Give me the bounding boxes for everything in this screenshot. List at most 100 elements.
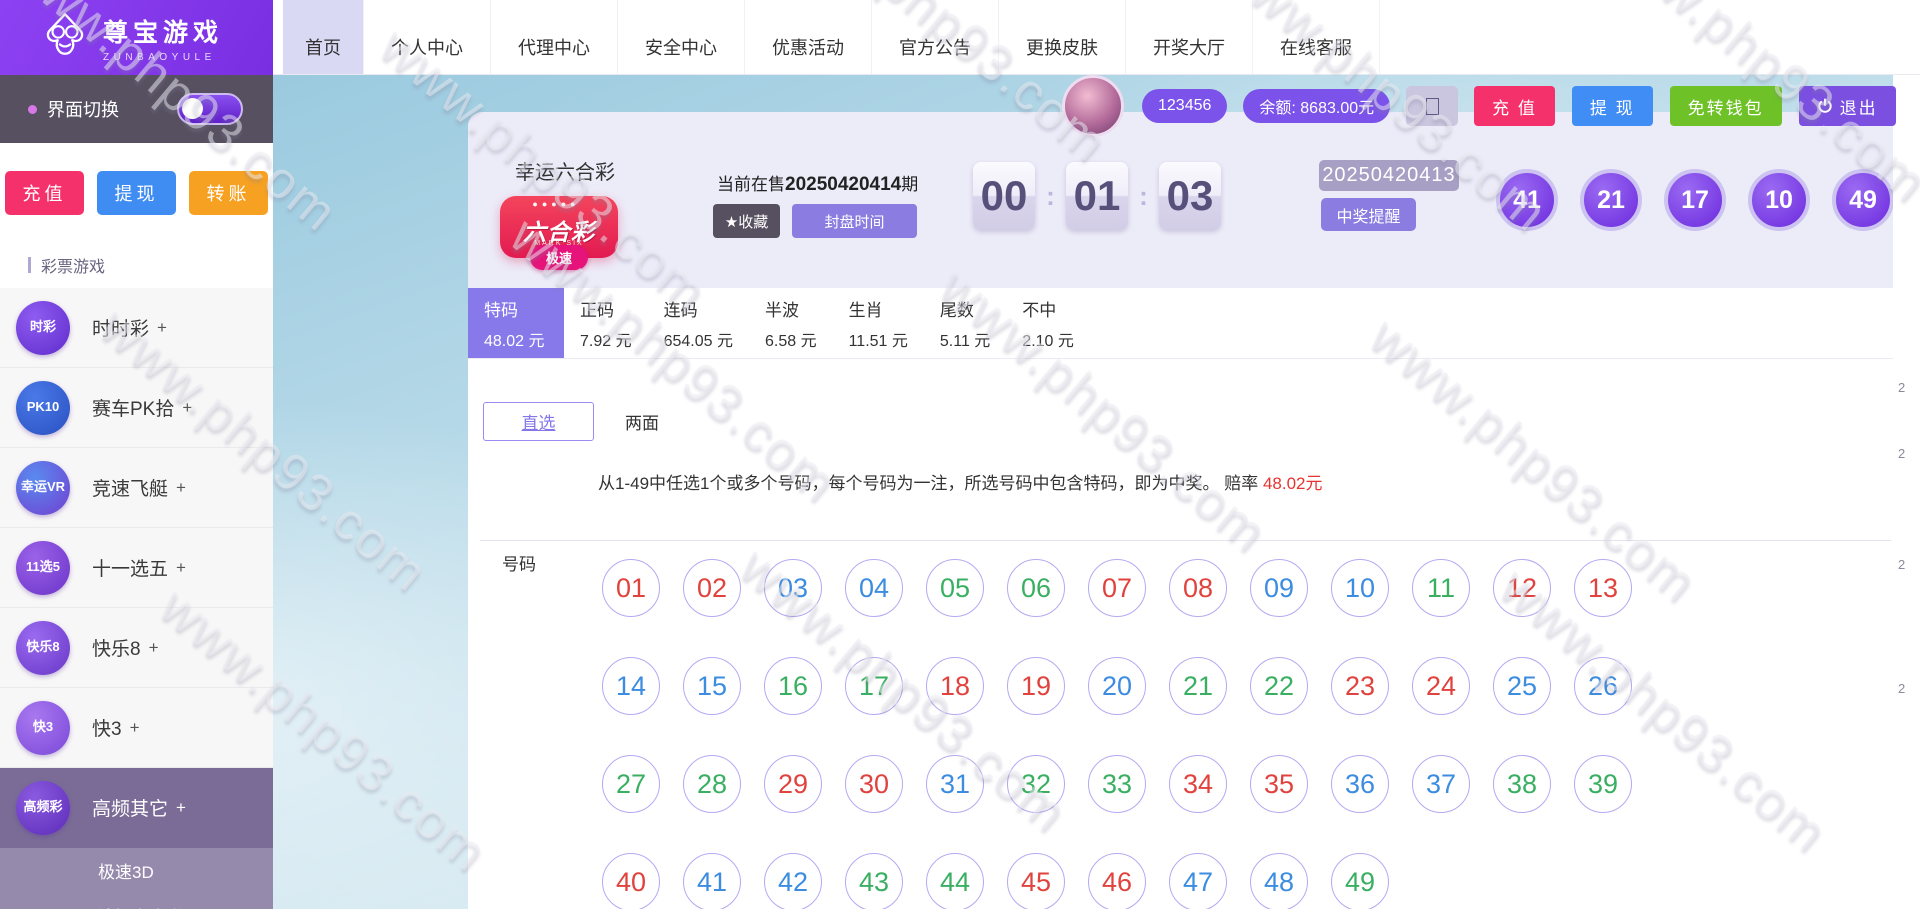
bet-tab-4[interactable]: 半波6.58 元 bbox=[749, 288, 833, 358]
number-ball-23[interactable]: 23 bbox=[1331, 657, 1389, 715]
number-ball-31[interactable]: 31 bbox=[926, 755, 984, 813]
number-ball-44[interactable]: 44 bbox=[926, 853, 984, 909]
nav-item-3[interactable]: 代理中心 bbox=[491, 0, 618, 74]
number-ball-22[interactable]: 22 bbox=[1250, 657, 1308, 715]
number-ball-01[interactable]: 01 bbox=[602, 559, 660, 617]
favorite-button[interactable]: ★收藏 bbox=[713, 204, 780, 238]
sidebar-item-6[interactable]: 快3快3+ bbox=[0, 688, 273, 768]
sidebar-subitem-2[interactable]: 澳门六合彩 bbox=[0, 893, 273, 909]
quick-button-2[interactable]: 提现 bbox=[97, 171, 176, 215]
number-ball-45[interactable]: 45 bbox=[1007, 853, 1065, 909]
expand-plus-icon: + bbox=[130, 718, 140, 738]
number-ball-04[interactable]: 04 bbox=[845, 559, 903, 617]
quick-button-1[interactable]: 充值 bbox=[5, 171, 84, 215]
number-ball-29[interactable]: 29 bbox=[764, 755, 822, 813]
number-ball-12[interactable]: 12 bbox=[1493, 559, 1551, 617]
result-ball-4: 10 bbox=[1748, 169, 1810, 231]
recharge-button[interactable]: 充 值 bbox=[1474, 86, 1555, 126]
number-ball-42[interactable]: 42 bbox=[764, 853, 822, 909]
withdraw-button[interactable]: 提 现 bbox=[1572, 86, 1653, 126]
odds-label: 赔率 bbox=[1224, 474, 1258, 493]
number-ball-32[interactable]: 32 bbox=[1007, 755, 1065, 813]
number-ball-48[interactable]: 48 bbox=[1250, 853, 1308, 909]
win-notice-button[interactable]: 中奖提醒 bbox=[1321, 198, 1416, 231]
number-ball-30[interactable]: 30 bbox=[845, 755, 903, 813]
tab-direct-select[interactable]: 直选 bbox=[483, 402, 594, 441]
bet-tab-1[interactable]: 特码48.02 元 bbox=[468, 288, 564, 358]
nav-item-8[interactable]: 开奖大厅 bbox=[1126, 0, 1253, 74]
number-ball-13[interactable]: 13 bbox=[1574, 559, 1632, 617]
number-ball-07[interactable]: 07 bbox=[1088, 559, 1146, 617]
number-ball-37[interactable]: 37 bbox=[1412, 755, 1470, 813]
number-ball-28[interactable]: 28 bbox=[683, 755, 741, 813]
number-ball-24[interactable]: 24 bbox=[1412, 657, 1470, 715]
game-ball-icon: 快3 bbox=[16, 701, 70, 755]
number-row-2: 14 15 16 17 18 19 20 21 22 23 24 25 26 bbox=[602, 657, 1632, 715]
number-ball-41[interactable]: 41 bbox=[683, 853, 741, 909]
number-ball-03[interactable]: 03 bbox=[764, 559, 822, 617]
number-ball-27[interactable]: 27 bbox=[602, 755, 660, 813]
sidebar-item-7[interactable]: 高频彩高频其它+ bbox=[0, 768, 273, 848]
number-ball-38[interactable]: 38 bbox=[1493, 755, 1551, 813]
avatar[interactable] bbox=[1062, 75, 1124, 137]
nav-item-5[interactable]: 优惠活动 bbox=[745, 0, 872, 74]
number-ball-16[interactable]: 16 bbox=[764, 657, 822, 715]
sidebar-item-3[interactable]: 幸运VR竞速飞艇+ bbox=[0, 448, 273, 528]
bet-tab-2[interactable]: 正码7.92 元 bbox=[564, 288, 648, 358]
tab-two-side[interactable]: 两面 bbox=[625, 402, 659, 441]
number-ball-39[interactable]: 39 bbox=[1574, 755, 1632, 813]
number-ball-49[interactable]: 49 bbox=[1331, 853, 1389, 909]
game-ball-icon: 幸运VR bbox=[16, 461, 70, 515]
number-ball-35[interactable]: 35 bbox=[1250, 755, 1308, 813]
number-ball-25[interactable]: 25 bbox=[1493, 657, 1551, 715]
number-ball-10[interactable]: 10 bbox=[1331, 559, 1389, 617]
number-ball-11[interactable]: 11 bbox=[1412, 559, 1470, 617]
number-ball-47[interactable]: 47 bbox=[1169, 853, 1227, 909]
number-ball-14[interactable]: 14 bbox=[602, 657, 660, 715]
number-ball-18[interactable]: 18 bbox=[926, 657, 984, 715]
nav-item-1[interactable]: 首页 bbox=[283, 0, 364, 74]
quick-button-3[interactable]: 转账 bbox=[189, 171, 268, 215]
nav-item-4[interactable]: 安全中心 bbox=[618, 0, 745, 74]
bet-tab-5[interactable]: 生肖11.51 元 bbox=[833, 288, 924, 358]
nav-item-7[interactable]: 更换皮肤 bbox=[999, 0, 1126, 74]
expand-plus-icon: + bbox=[157, 318, 167, 338]
nav-item-9[interactable]: 在线客服 bbox=[1253, 0, 1380, 74]
edge-fragment-2: 2 bbox=[1898, 446, 1905, 461]
number-ball-15[interactable]: 15 bbox=[683, 657, 741, 715]
number-ball-26[interactable]: 26 bbox=[1574, 657, 1632, 715]
bet-tab-3[interactable]: 连码654.05 元 bbox=[648, 288, 749, 358]
sidebar-subitem-1[interactable]: 极速3D bbox=[0, 848, 273, 893]
free-wallet-button[interactable]: 免转钱包 bbox=[1670, 86, 1782, 126]
number-ball-36[interactable]: 36 bbox=[1331, 755, 1389, 813]
close-time-button[interactable]: 封盘时间 bbox=[792, 204, 917, 238]
number-ball-09[interactable]: 09 bbox=[1250, 559, 1308, 617]
refresh-balance-button[interactable] bbox=[1406, 86, 1458, 126]
sidebar-item-5[interactable]: 快乐8快乐8+ bbox=[0, 608, 273, 688]
number-ball-19[interactable]: 19 bbox=[1007, 657, 1065, 715]
number-ball-20[interactable]: 20 bbox=[1088, 657, 1146, 715]
number-ball-40[interactable]: 40 bbox=[602, 853, 660, 909]
number-ball-43[interactable]: 43 bbox=[845, 853, 903, 909]
sidebar-item-1[interactable]: 时彩时时彩+ bbox=[0, 288, 273, 368]
nav-item-2[interactable]: 个人中心 bbox=[364, 0, 491, 74]
logout-button[interactable]: 退出 bbox=[1799, 86, 1896, 126]
number-ball-33[interactable]: 33 bbox=[1088, 755, 1146, 813]
sidebar-item-4[interactable]: 11选5十一选五+ bbox=[0, 528, 273, 608]
bet-tab-6[interactable]: 尾数5.11 元 bbox=[924, 288, 1006, 358]
draw-results: 4121171049 bbox=[1496, 169, 1894, 231]
number-ball-06[interactable]: 06 bbox=[1007, 559, 1065, 617]
number-ball-46[interactable]: 46 bbox=[1088, 853, 1146, 909]
number-ball-08[interactable]: 08 bbox=[1169, 559, 1227, 617]
number-ball-17[interactable]: 17 bbox=[845, 657, 903, 715]
ui-switch-toggle[interactable] bbox=[177, 93, 243, 125]
number-ball-02[interactable]: 02 bbox=[683, 559, 741, 617]
number-ball-21[interactable]: 21 bbox=[1169, 657, 1227, 715]
number-ball-05[interactable]: 05 bbox=[926, 559, 984, 617]
bet-tab-name: 不中 bbox=[1022, 296, 1074, 321]
nav-item-6[interactable]: 官方公告 bbox=[872, 0, 999, 74]
number-ball-34[interactable]: 34 bbox=[1169, 755, 1227, 813]
sidebar-item-2[interactable]: PK10赛车PK拾+ bbox=[0, 368, 273, 448]
bet-tab-7[interactable]: 不中2.10 元 bbox=[1006, 288, 1090, 358]
bet-tab-name: 生肖 bbox=[849, 296, 908, 321]
